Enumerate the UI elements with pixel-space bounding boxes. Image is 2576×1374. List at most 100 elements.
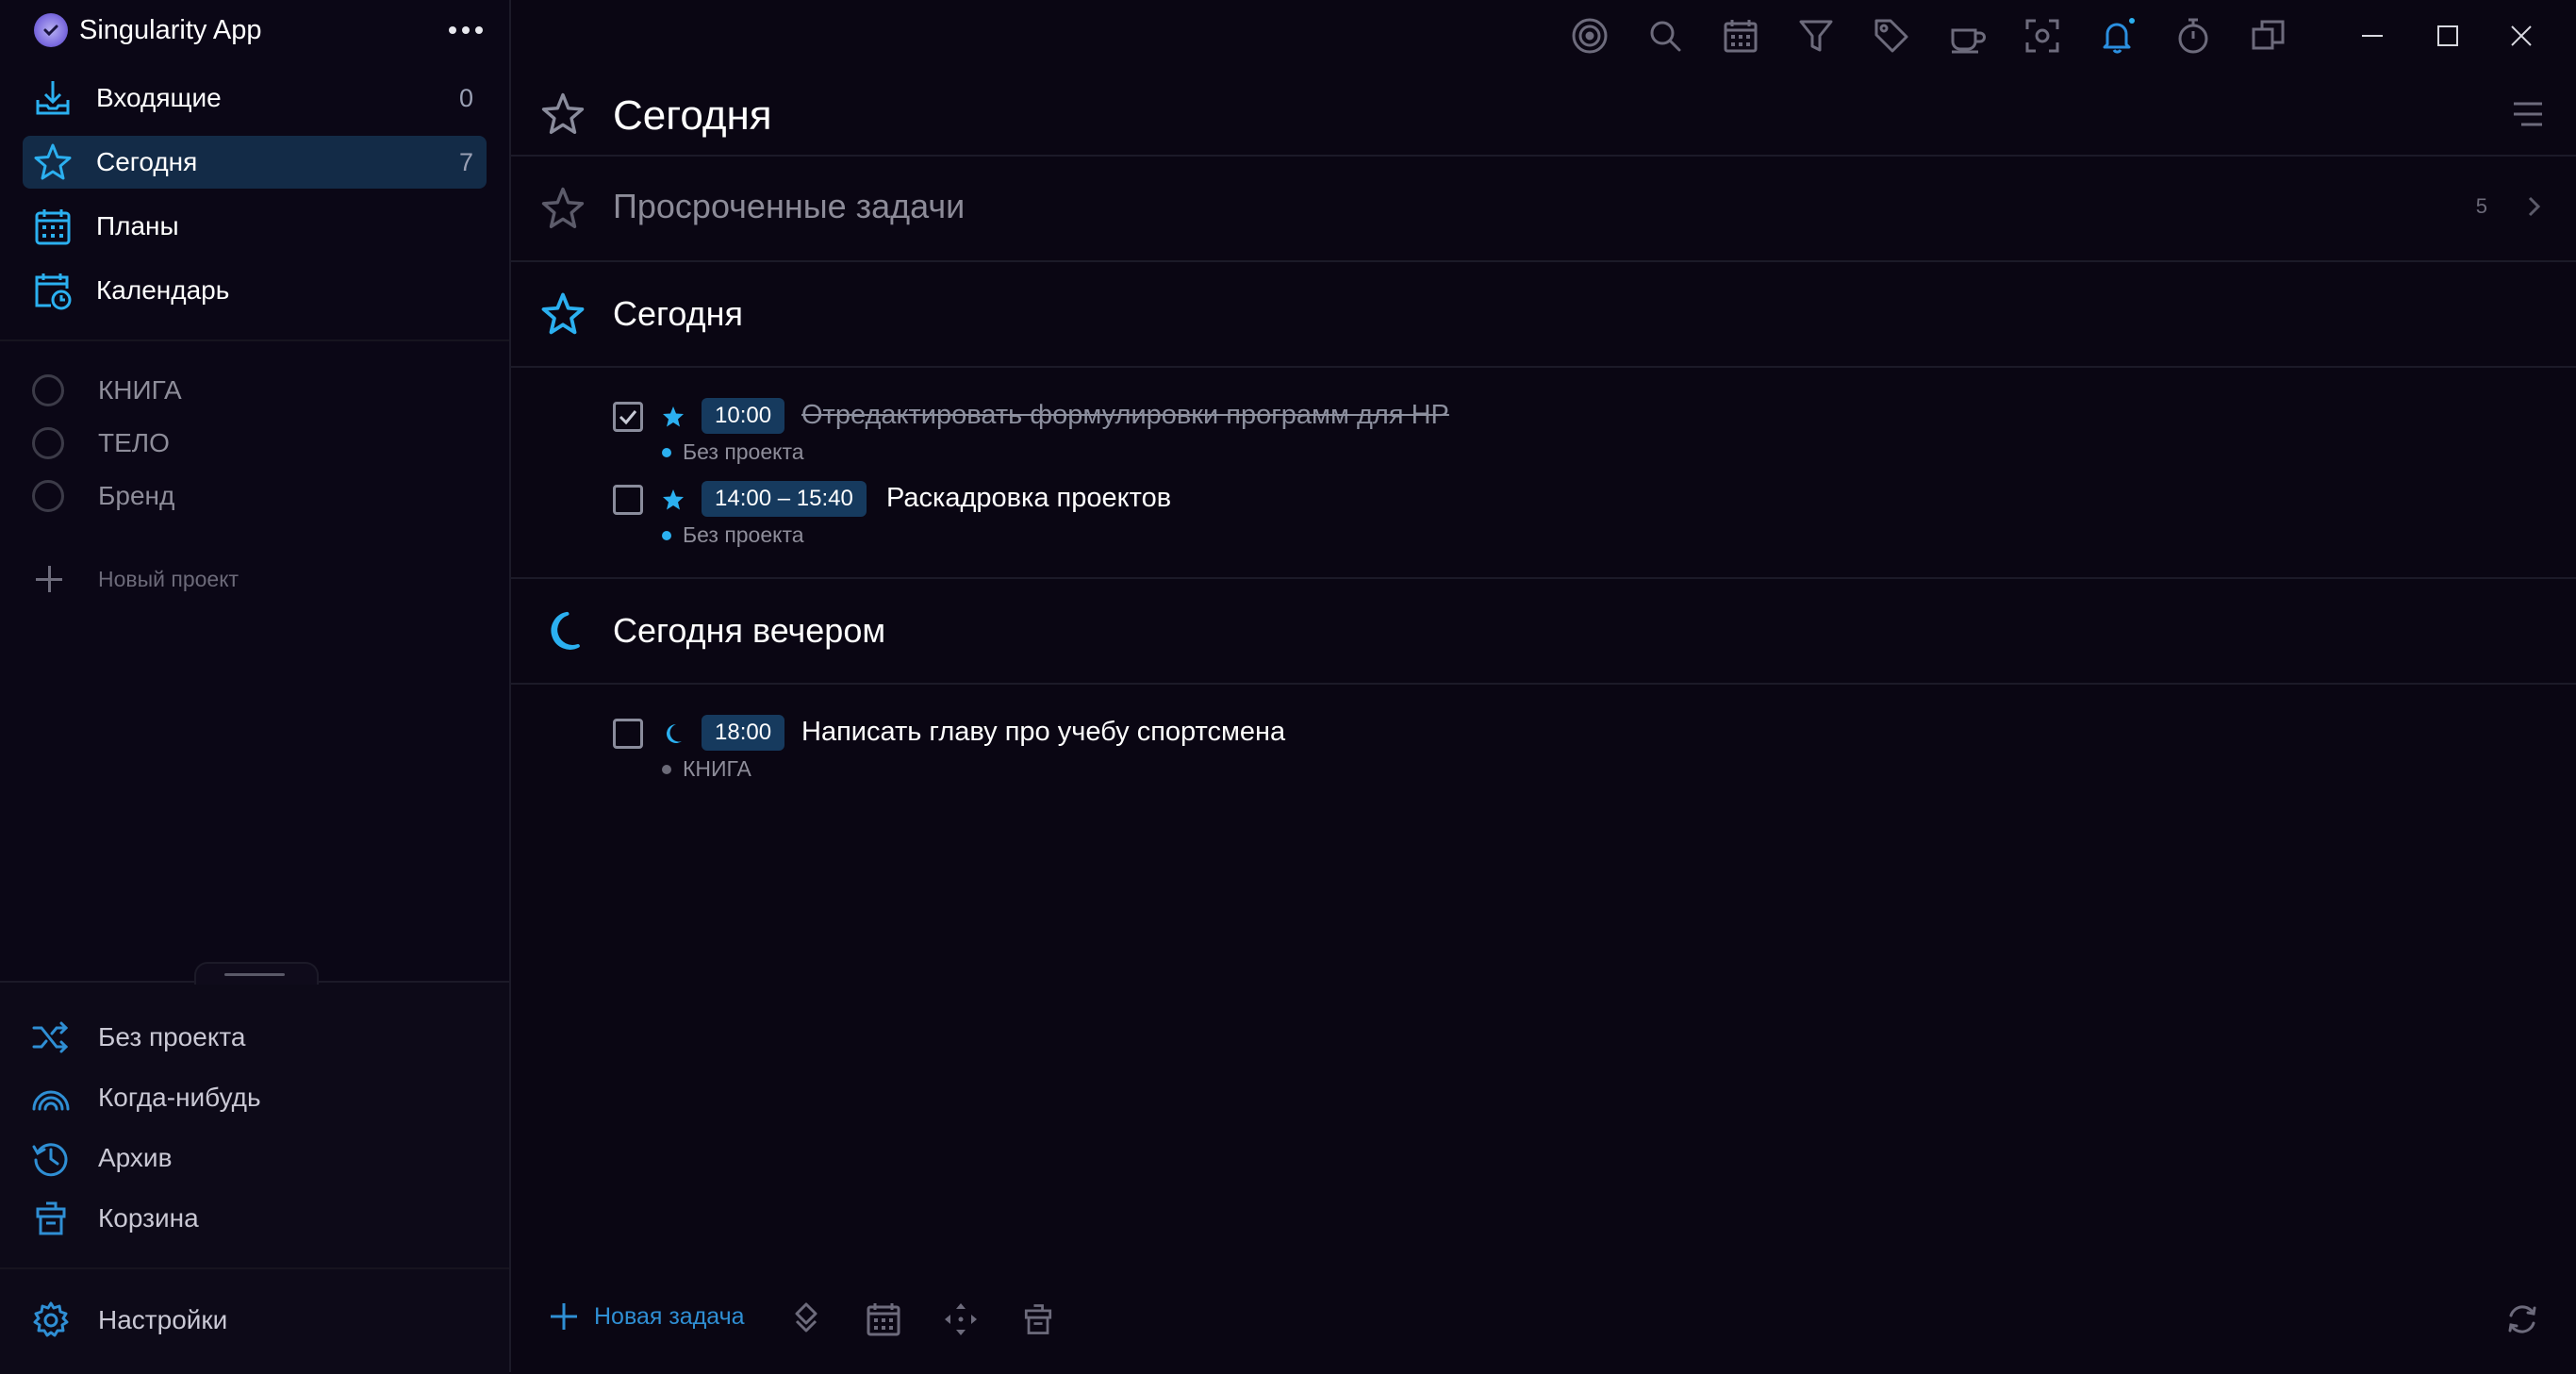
layers-icon[interactable] [784,1298,828,1341]
section-title: Просроченные задачи [613,187,966,225]
task-item[interactable]: 10:00 Отредактировать формулировки прогр… [613,398,2027,485]
calendar-icon[interactable] [1718,13,1763,58]
sidebar-item-label: Планы [96,211,179,240]
more-options-icon[interactable] [449,15,487,45]
minimize-window-icon[interactable] [2350,13,2395,58]
task-title[interactable]: Отредактировать формулировки программ дл… [801,400,1449,431]
star-filled-icon [662,406,685,428]
panel-resize-handle[interactable] [194,962,319,985]
task-project-label: Без проекта [683,439,804,464]
task-checkbox[interactable] [613,485,643,515]
sync-icon[interactable] [2501,1298,2544,1341]
task-project: КНИГА [662,756,751,782]
page-header: Сегодня [511,72,2576,157]
sidebar-item-no-project[interactable]: Без проекта [28,1013,245,1062]
sidebar-item-today[interactable]: Сегодня 7 [23,136,487,189]
sidebar-item-archive[interactable]: Архив [28,1134,172,1183]
app-logo-icon [34,13,68,47]
close-window-icon[interactable] [2499,13,2544,58]
task-list-evening: 18:00 Написать главу про учебу спортсмен… [511,685,2576,798]
section-count: 5 [2475,194,2487,218]
task-title[interactable]: Раскадровка проектов [886,483,1171,514]
project-progress-icon [32,374,64,406]
scan-focus-icon[interactable] [2020,13,2065,58]
inbox-icon [30,75,75,121]
trash-icon [28,1196,74,1241]
search-icon[interactable] [1643,13,1688,58]
section-overdue[interactable]: Просроченные задачи 5 [511,157,2576,262]
new-task-label: Новая задача [594,1302,745,1330]
sidebar-item-settings[interactable]: Настройки [28,1296,227,1345]
divider [0,339,509,341]
bottom-toolbar: Новая задача [511,1283,2576,1358]
plus-icon [34,564,64,594]
task-project-label: КНИГА [683,756,751,781]
project-label: КНИГА [98,375,182,405]
section-today[interactable]: Сегодня [511,262,2576,368]
star-icon [539,185,586,232]
section-title: Сегодня [613,294,743,333]
divider [0,1267,509,1269]
time-badge: 18:00 [702,715,785,751]
sidebar-item-label: Входящие [96,83,222,112]
chevron-right-icon [2519,192,2548,221]
moon-icon [539,607,586,654]
task-list-today: 10:00 Отредактировать формулировки прогр… [511,368,2576,579]
filter-icon[interactable] [1793,13,1839,58]
sidebar-item-inbox[interactable]: Входящие 0 [23,72,487,124]
sidebar-item-label: Без проекта [98,1022,246,1051]
task-item[interactable]: 14:00 – 15:40 Раскадровка проектов Без п… [613,481,2027,568]
sidebar-item-count: 7 [458,147,473,176]
stopwatch-icon[interactable] [2171,13,2216,58]
project-progress-icon [32,427,64,459]
task-checkbox[interactable] [613,719,643,749]
sidebar-item-trash[interactable]: Корзина [28,1194,199,1243]
time-badge: 10:00 [702,398,785,434]
focus-target-icon[interactable] [1567,13,1612,58]
section-title: Сегодня вечером [613,611,886,650]
project-item-brand[interactable]: Бренд [32,475,174,517]
sidebar-item-count: 0 [458,83,473,112]
sidebar-item-label: Корзина [98,1203,199,1233]
task-checkbox[interactable] [613,402,643,432]
trash-icon[interactable] [1016,1298,1060,1341]
sidebar-item-someday[interactable]: Когда-нибудь [28,1073,261,1122]
task-project: Без проекта [662,439,804,465]
app-title: Singularity App [79,14,262,45]
toolbar [511,0,2576,72]
calendar-grid-icon [30,204,75,249]
history-icon [28,1135,74,1181]
move-arrows-icon[interactable] [939,1298,983,1341]
main-content: Сегодня Просроченные задачи 5 Сегодня 10… [511,0,2576,1372]
sidebar-item-plans[interactable]: Планы [23,200,487,253]
new-project-button[interactable]: Новый проект [34,560,239,598]
copy-window-icon[interactable] [2246,13,2291,58]
project-item-kniga[interactable]: КНИГА [32,370,182,411]
bell-notification-icon[interactable] [2095,13,2140,58]
new-task-button[interactable]: Новая задача [547,1300,745,1333]
gear-icon [28,1298,74,1343]
rainbow-icon [28,1075,74,1120]
task-item[interactable]: 18:00 Написать главу про учебу спортсмен… [613,715,2027,802]
sidebar-item-label: Когда-нибудь [98,1083,261,1112]
tag-icon[interactable] [1869,13,1914,58]
maximize-window-icon[interactable] [2425,13,2470,58]
list-menu-icon[interactable] [2508,94,2548,134]
app-header: Singularity App [34,9,261,51]
calendar-clock-icon [30,268,75,313]
time-badge: 14:00 – 15:40 [702,481,867,517]
star-icon [30,140,75,185]
calendar-icon[interactable] [862,1298,905,1341]
star-filled-icon [662,488,685,511]
task-title[interactable]: Написать главу про учебу спортсмена [801,717,1285,748]
coffee-cup-icon[interactable] [1944,13,1990,58]
moon-filled-icon [662,722,685,745]
sidebar-item-label: Сегодня [96,147,198,176]
page-title: Сегодня [613,92,772,139]
section-evening[interactable]: Сегодня вечером [511,579,2576,685]
project-label: ТЕЛО [98,428,170,457]
shuffle-icon [28,1015,74,1060]
sidebar-item-label: Настройки [98,1305,228,1334]
project-item-telo[interactable]: ТЕЛО [32,422,170,464]
sidebar-item-calendar[interactable]: Календарь [23,264,487,317]
